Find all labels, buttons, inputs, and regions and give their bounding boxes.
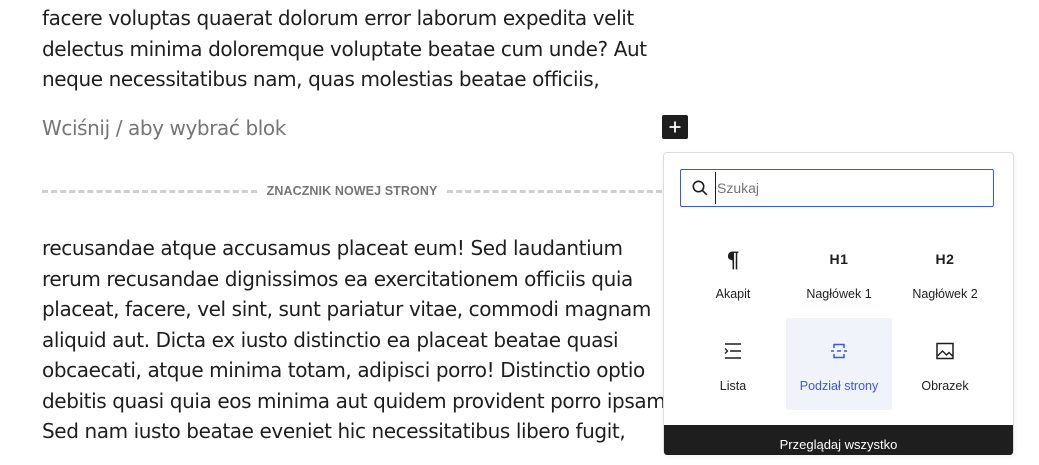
paragraph-line: debitis quasi quia eos minima aut quidem… — [42, 388, 666, 413]
dashed-line-right — [447, 189, 663, 193]
block-page-break[interactable]: Podział strony — [786, 318, 892, 410]
plus-icon — [669, 121, 681, 133]
search-field[interactable] — [680, 169, 994, 207]
paragraph-line: delectus minima doloremque voluptate bea… — [42, 36, 647, 61]
block-paragraph[interactable]: ¶ Akapit — [680, 226, 786, 318]
page-break-separator: ZNACZNIK NOWEJ STRONY — [42, 180, 663, 202]
empty-block-placeholder[interactable]: Wciśnij / aby wybrać blok — [42, 116, 286, 140]
heading-1-icon: H1 — [829, 251, 849, 267]
paragraph-block-bottom[interactable]: recusandae atque accusamus placeat eum! … — [42, 233, 666, 447]
block-heading-1[interactable]: H1 Nagłówek 1 — [786, 226, 892, 318]
paragraph-line: Sed nam iusto beatae eveniet hic necessi… — [42, 419, 626, 443]
block-label: Nagłówek 2 — [912, 287, 978, 301]
page-break-label: ZNACZNIK NOWEJ STRONY — [266, 184, 438, 198]
block-inserter-popover: ¶ Akapit H1 Nagłówek 1 H2 Nagłówek 2 Lis… — [663, 152, 1014, 455]
block-list[interactable]: Lista — [680, 318, 786, 410]
paragraph-line: neque necessitatibus nam, quas molestias… — [42, 67, 600, 91]
paragraph-line: facere voluptas quaerat dolorum error la… — [42, 6, 634, 30]
heading-2-icon: H2 — [935, 251, 955, 267]
block-label: Podział strony — [799, 379, 879, 393]
block-label: Obrazek — [921, 379, 969, 393]
paragraph-line: placeat, facere, vel sint, sunt pariatur… — [42, 297, 651, 321]
add-block-button[interactable] — [662, 115, 688, 139]
dashed-line-left — [42, 189, 257, 193]
paragraph-block-top[interactable]: facere voluptas quaerat dolorum error la… — [42, 3, 647, 95]
block-heading-2[interactable]: H2 Nagłówek 2 — [892, 226, 998, 318]
image-icon — [935, 338, 955, 364]
paragraph-line: aliquid aut. Dicta ex iusto distinctio e… — [42, 327, 619, 352]
page-break-icon — [829, 338, 849, 364]
search-input[interactable] — [715, 172, 979, 204]
paragraph-line: obcaecati, atque minima totam, adipisci … — [42, 358, 645, 382]
block-grid: ¶ Akapit H1 Nagłówek 1 H2 Nagłówek 2 Lis… — [680, 226, 998, 410]
search-icon — [691, 179, 709, 197]
block-label: Nagłówek 1 — [806, 287, 872, 301]
paragraph-line: recusandae atque accusamus placeat eum! … — [42, 236, 623, 260]
paragraph-line: rerum recusandae dignissimos ea exercita… — [42, 266, 633, 291]
paragraph-icon: ¶ — [726, 246, 740, 272]
list-icon — [723, 338, 743, 364]
browse-all-button[interactable]: Przeglądaj wszystko — [664, 425, 1013, 455]
block-label: Akapit — [715, 287, 751, 301]
block-label: Lista — [719, 379, 747, 393]
block-image[interactable]: Obrazek — [892, 318, 998, 410]
